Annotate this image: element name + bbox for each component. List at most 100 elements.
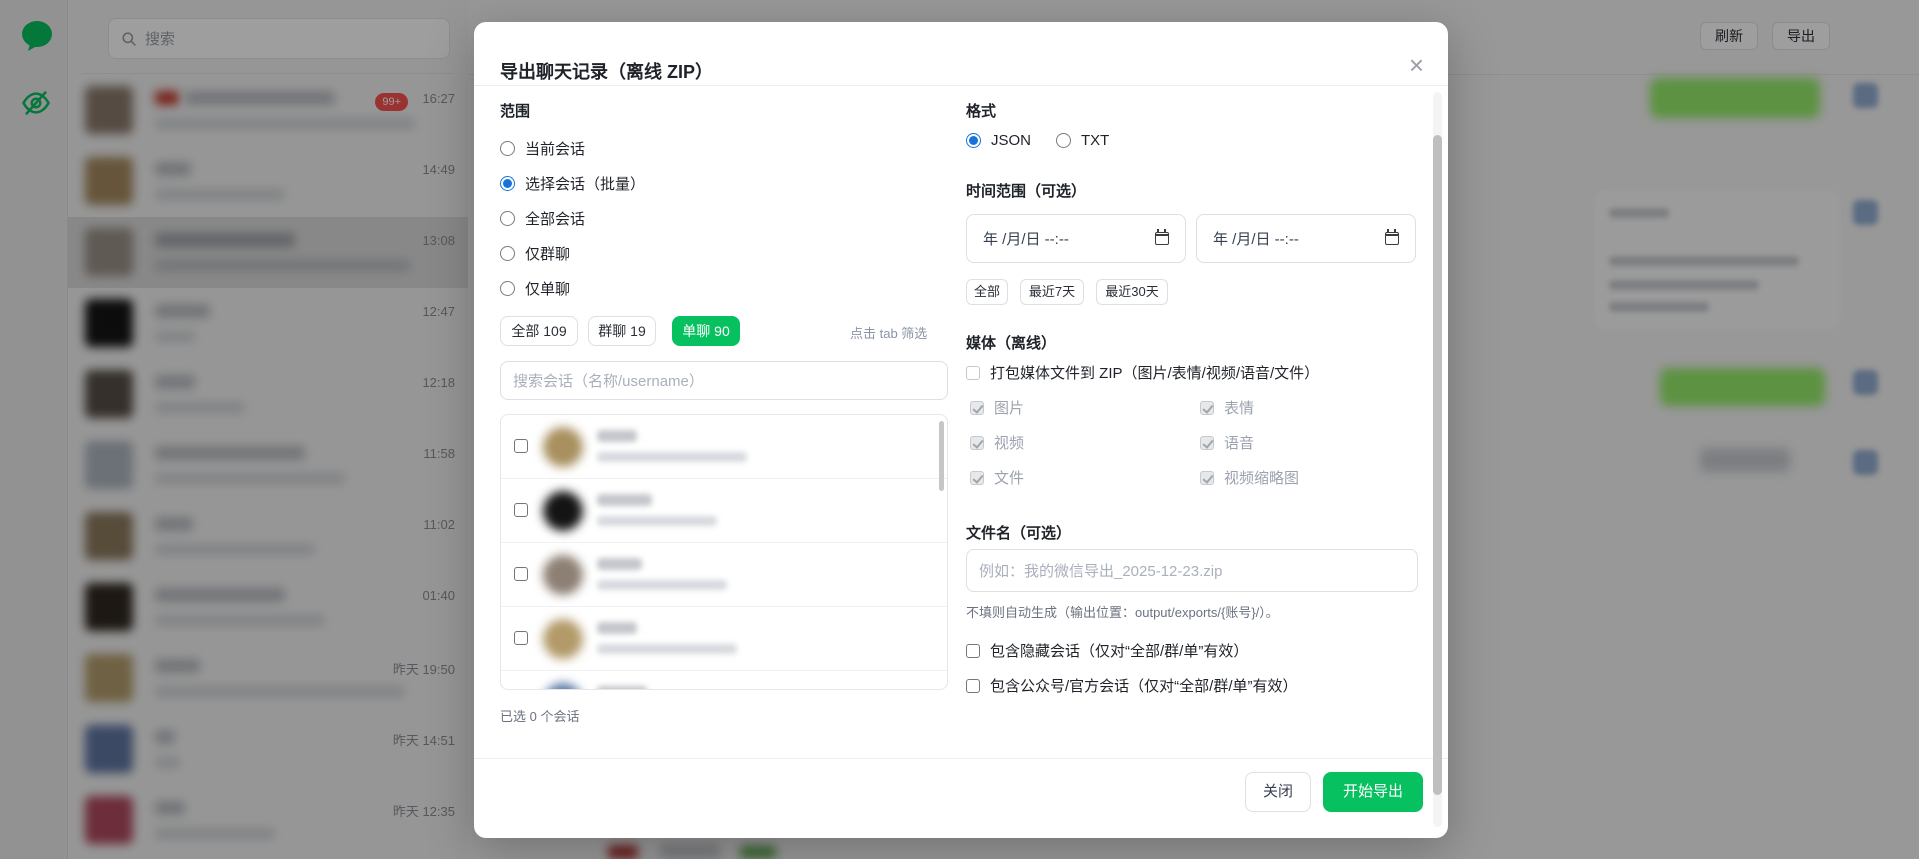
checkbox-label: 表情 [1224,397,1254,418]
quick-range-30days[interactable]: 最近30天 [1096,279,1168,305]
radio-icon[interactable] [500,281,515,296]
checkbox-checked-disabled-icon [970,401,984,415]
radio-icon-checked[interactable] [500,176,515,191]
blurred-text [597,686,647,690]
blurred-text [597,622,637,634]
filename-input[interactable]: 例如：我的微信导出_2025-12-23.zip [966,549,1418,592]
scope-option-all[interactable]: 全部会话 [500,206,585,230]
format-heading: 格式 [966,100,996,121]
filename-heading: 文件名（可选） [966,522,1071,543]
checkbox-checked-disabled-icon [970,436,984,450]
blurred-text [597,494,652,506]
avatar [543,555,583,595]
checkbox-icon[interactable] [514,567,528,581]
conversation-search-placeholder: 搜索会话（名称/username） [513,370,704,391]
avatar [543,427,583,467]
calendar-icon[interactable] [1155,232,1169,245]
format-option-txt[interactable]: TXT [1056,128,1109,152]
radio-icon[interactable] [500,246,515,261]
filename-placeholder: 例如：我的微信导出_2025-12-23.zip [979,560,1222,581]
header-divider [474,85,1448,86]
radio-label: TXT [1081,132,1109,149]
start-export-button[interactable]: 开始导出 [1323,772,1423,812]
scope-option-groups-only[interactable]: 仅群聊 [500,241,570,265]
blurred-text [597,516,717,526]
list-scrollbar-thumb[interactable] [939,421,944,491]
format-option-json[interactable]: JSON [966,128,1031,152]
checkbox-icon[interactable] [966,366,980,380]
media-type-video-thumbs: 视频缩略图 [1200,467,1299,488]
checkbox-icon[interactable] [514,503,528,517]
conversation-row[interactable] [501,415,948,479]
include-official-checkbox-row[interactable]: 包含公众号/官方会话（仅对“全部/群/单”有效） [966,675,1298,696]
dialog-title: 导出聊天记录（离线 ZIP） [500,58,713,84]
scope-heading: 范围 [500,100,530,121]
scope-option-current[interactable]: 当前会话 [500,136,585,160]
checkbox-icon[interactable] [514,439,528,453]
radio-icon-checked[interactable] [966,133,981,148]
checkbox-label: 包含公众号/官方会话（仅对“全部/群/单”有效） [990,675,1298,696]
filter-tab-all[interactable]: 全部 109 [500,316,578,346]
conversation-row[interactable] [501,671,948,690]
checkbox-icon[interactable] [966,644,980,658]
checkbox-label: 图片 [994,397,1024,418]
blurred-text [597,580,727,590]
checkbox-checked-disabled-icon [1200,436,1214,450]
media-type-voice: 语音 [1200,432,1254,453]
filter-hint: 点击 tab 筛选 [850,323,927,342]
checkbox-label: 包含隐藏会话（仅对“全部/群/单”有效） [990,640,1248,661]
avatar [543,619,583,659]
pack-media-checkbox-row[interactable]: 打包媒体文件到 ZIP（图片/表情/视频/语音/文件） [966,362,1319,383]
footer-divider [474,758,1448,759]
checkbox-checked-disabled-icon [1200,471,1214,485]
radio-label: 全部会话 [525,208,585,229]
radio-label: JSON [991,132,1031,149]
conversation-row[interactable] [501,543,948,607]
close-button[interactable]: 关闭 [1245,772,1311,812]
calendar-icon[interactable] [1385,232,1399,245]
scope-option-singles-only[interactable]: 仅单聊 [500,276,570,300]
radio-icon[interactable] [1056,133,1071,148]
checkbox-label: 文件 [994,467,1024,488]
conversation-row[interactable] [501,479,948,543]
start-datetime-input[interactable]: 年 /月/日 --:-- [966,214,1186,263]
blurred-text [597,644,737,654]
checkbox-icon[interactable] [514,631,528,645]
conversation-row[interactable] [501,607,948,671]
time-range-heading: 时间范围（可选） [966,180,1086,201]
include-hidden-checkbox-row[interactable]: 包含隐藏会话（仅对“全部/群/单”有效） [966,640,1248,661]
quick-range-all[interactable]: 全部 [966,279,1008,305]
radio-label: 当前会话 [525,138,585,159]
blurred-text [597,558,642,570]
checkbox-label: 视频缩略图 [1224,467,1299,488]
modal-scrollbar-thumb[interactable] [1433,135,1442,795]
media-heading: 媒体（离线） [966,332,1056,353]
avatar [543,491,583,531]
close-icon[interactable]: × [1409,52,1424,78]
radio-label: 仅单聊 [525,278,570,299]
checkbox-checked-disabled-icon [970,471,984,485]
checkbox-label: 视频 [994,432,1024,453]
end-datetime-value: 年 /月/日 --:-- [1213,228,1299,249]
quick-range-7days[interactable]: 最近7天 [1020,279,1084,305]
avatar [543,683,583,690]
blurred-text [597,452,747,462]
radio-label: 仅群聊 [525,243,570,264]
selected-count: 已选 0 个会话 [500,706,579,725]
media-type-files: 文件 [970,467,1024,488]
media-type-images: 图片 [970,397,1024,418]
start-datetime-value: 年 /月/日 --:-- [983,228,1069,249]
checkbox-icon[interactable] [966,679,980,693]
radio-icon[interactable] [500,211,515,226]
media-type-videos: 视频 [970,432,1024,453]
end-datetime-input[interactable]: 年 /月/日 --:-- [1196,214,1416,263]
filter-tab-singles[interactable]: 单聊 90 [672,316,740,346]
blurred-text [597,430,637,442]
media-type-stickers: 表情 [1200,397,1254,418]
conversation-list[interactable] [500,414,948,690]
conversation-search-input[interactable]: 搜索会话（名称/username） [500,361,948,400]
filter-tab-groups[interactable]: 群聊 19 [588,316,656,346]
radio-icon[interactable] [500,141,515,156]
filename-hint: 不填则自动生成（输出位置：output/exports/{账号}/）。 [966,602,1279,621]
scope-option-selected-batch[interactable]: 选择会话（批量） [500,171,645,195]
